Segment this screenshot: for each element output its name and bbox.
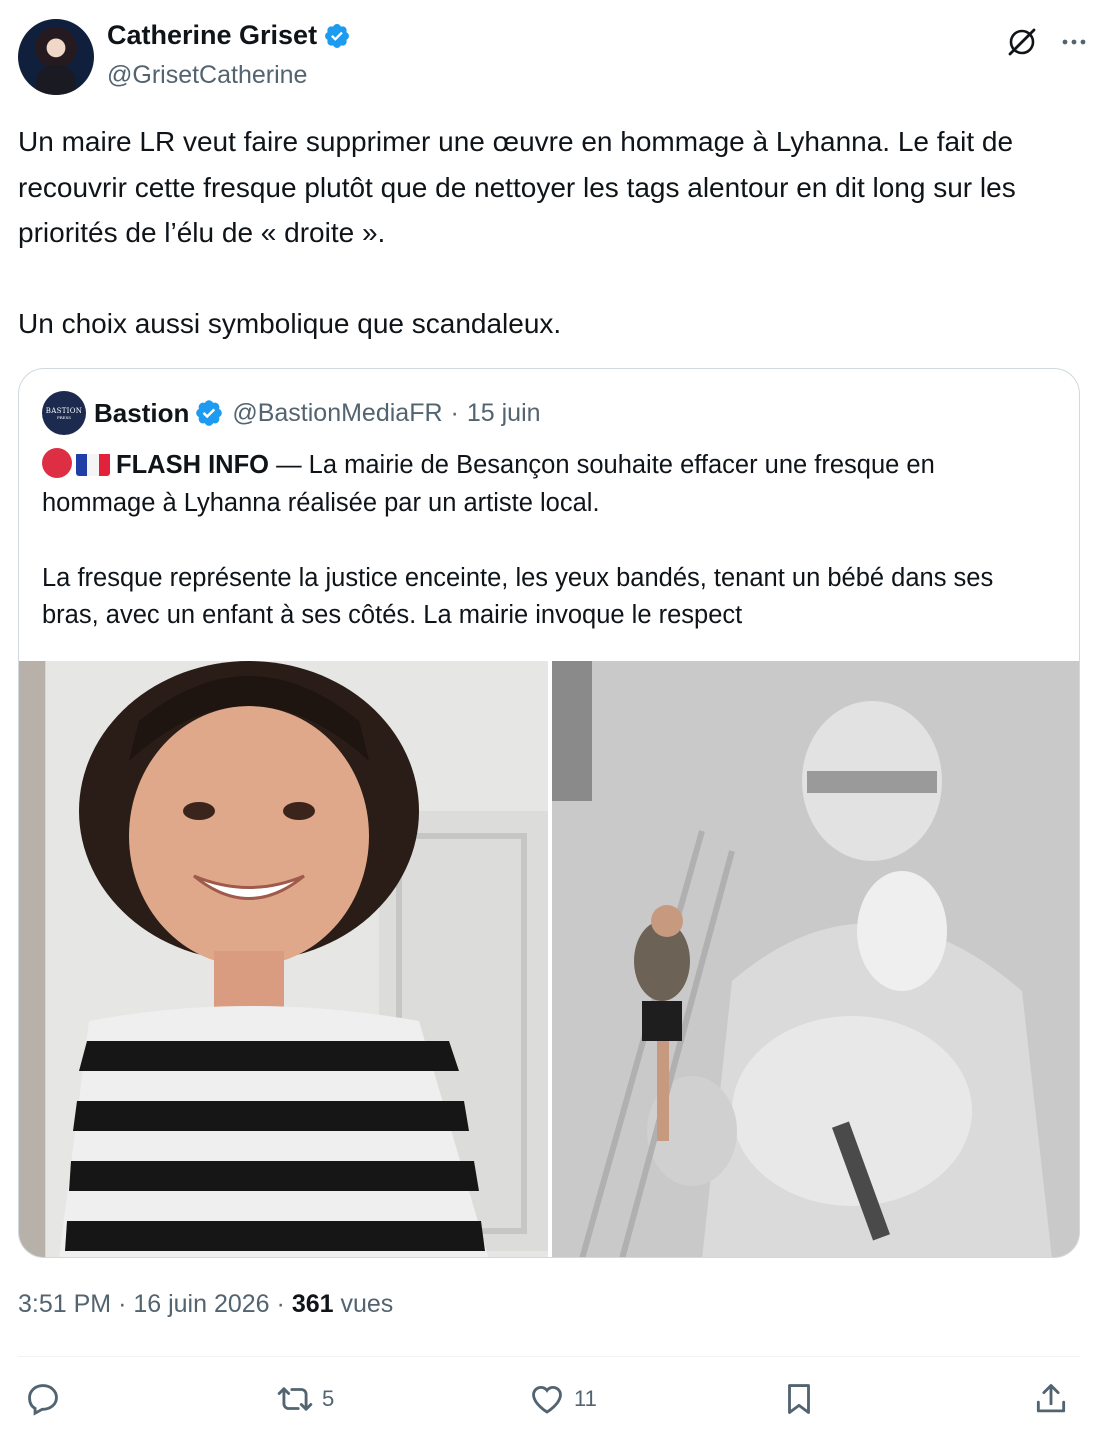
quoted-tweet[interactable]: BASTION PRESS Bastion @BastionMediaFR · … [18,368,1080,1258]
heart-icon [532,1386,562,1414]
quoted-tweet-text: FLASH INFO — La mairie de Besançon souha… [42,447,1052,635]
tweet-meta: 3:51 PM · 16 juin 2026 · 361 vues [18,1290,393,1319]
retweet-count: 5 [322,1386,335,1411]
quoted-author-avatar[interactable]: BASTION PRESS [42,391,86,435]
meta-separator: · [118,1290,127,1318]
views-count: 361 [291,1290,334,1318]
views-label: vues [340,1290,394,1318]
share-button[interactable] [1032,1380,1070,1418]
reply-button[interactable] [24,1380,70,1418]
quoted-separator: · [450,398,459,427]
author-handle[interactable]: @GrisetCatherine [107,61,307,90]
quoted-display-name[interactable]: Bastion [94,398,189,429]
verified-badge-icon [325,23,350,48]
meta-separator-2: · [276,1290,285,1318]
tweet-time[interactable]: 3:51 PM [18,1290,111,1318]
france-flag-icon [76,452,110,476]
like-count: 11 [574,1386,597,1411]
actions-divider [18,1356,1080,1357]
bookmark-icon [788,1384,810,1414]
tweet-date[interactable]: 16 juin 2026 [133,1290,269,1318]
quoted-handle[interactable]: @BastionMediaFR [232,399,442,428]
tweet-header: Catherine Griset @GrisetCatherine [18,18,1092,96]
author-avatar[interactable] [18,19,94,95]
more-options-icon[interactable] [1056,24,1092,60]
retweet-icon [277,1387,313,1411]
girl-photo-illustration [19,661,548,1257]
bookmark-button[interactable] [780,1380,818,1418]
like-button[interactable]: 11 [528,1380,597,1418]
author-display-name[interactable]: Catherine Griset [107,20,317,51]
share-icon [1036,1384,1066,1413]
quoted-avatar-subtext: PRESS [56,414,72,420]
reply-icon [28,1384,58,1416]
quoted-verified-badge-icon [196,400,223,426]
quoted-tweet-header: BASTION PRESS Bastion @BastionMediaFR · … [42,391,541,435]
flash-info-label: FLASH INFO [116,451,269,479]
quoted-avatar-text: BASTION [45,406,83,415]
action-bar: 5 11 [18,1370,1080,1430]
retweet-button[interactable]: 5 [276,1380,334,1418]
mural-photo-illustration [552,661,1079,1257]
quoted-date[interactable]: 15 juin [467,399,541,428]
girl-photo[interactable] [19,661,548,1257]
red-circle-icon [42,448,72,478]
mural-photo[interactable] [552,661,1079,1257]
author-name-row: Catherine Griset [107,20,351,51]
grok-icon[interactable] [1004,24,1040,60]
tweet-text: Un maire LR veut faire supprimer une œuv… [18,126,1016,339]
quoted-media-grid [19,661,1079,1257]
